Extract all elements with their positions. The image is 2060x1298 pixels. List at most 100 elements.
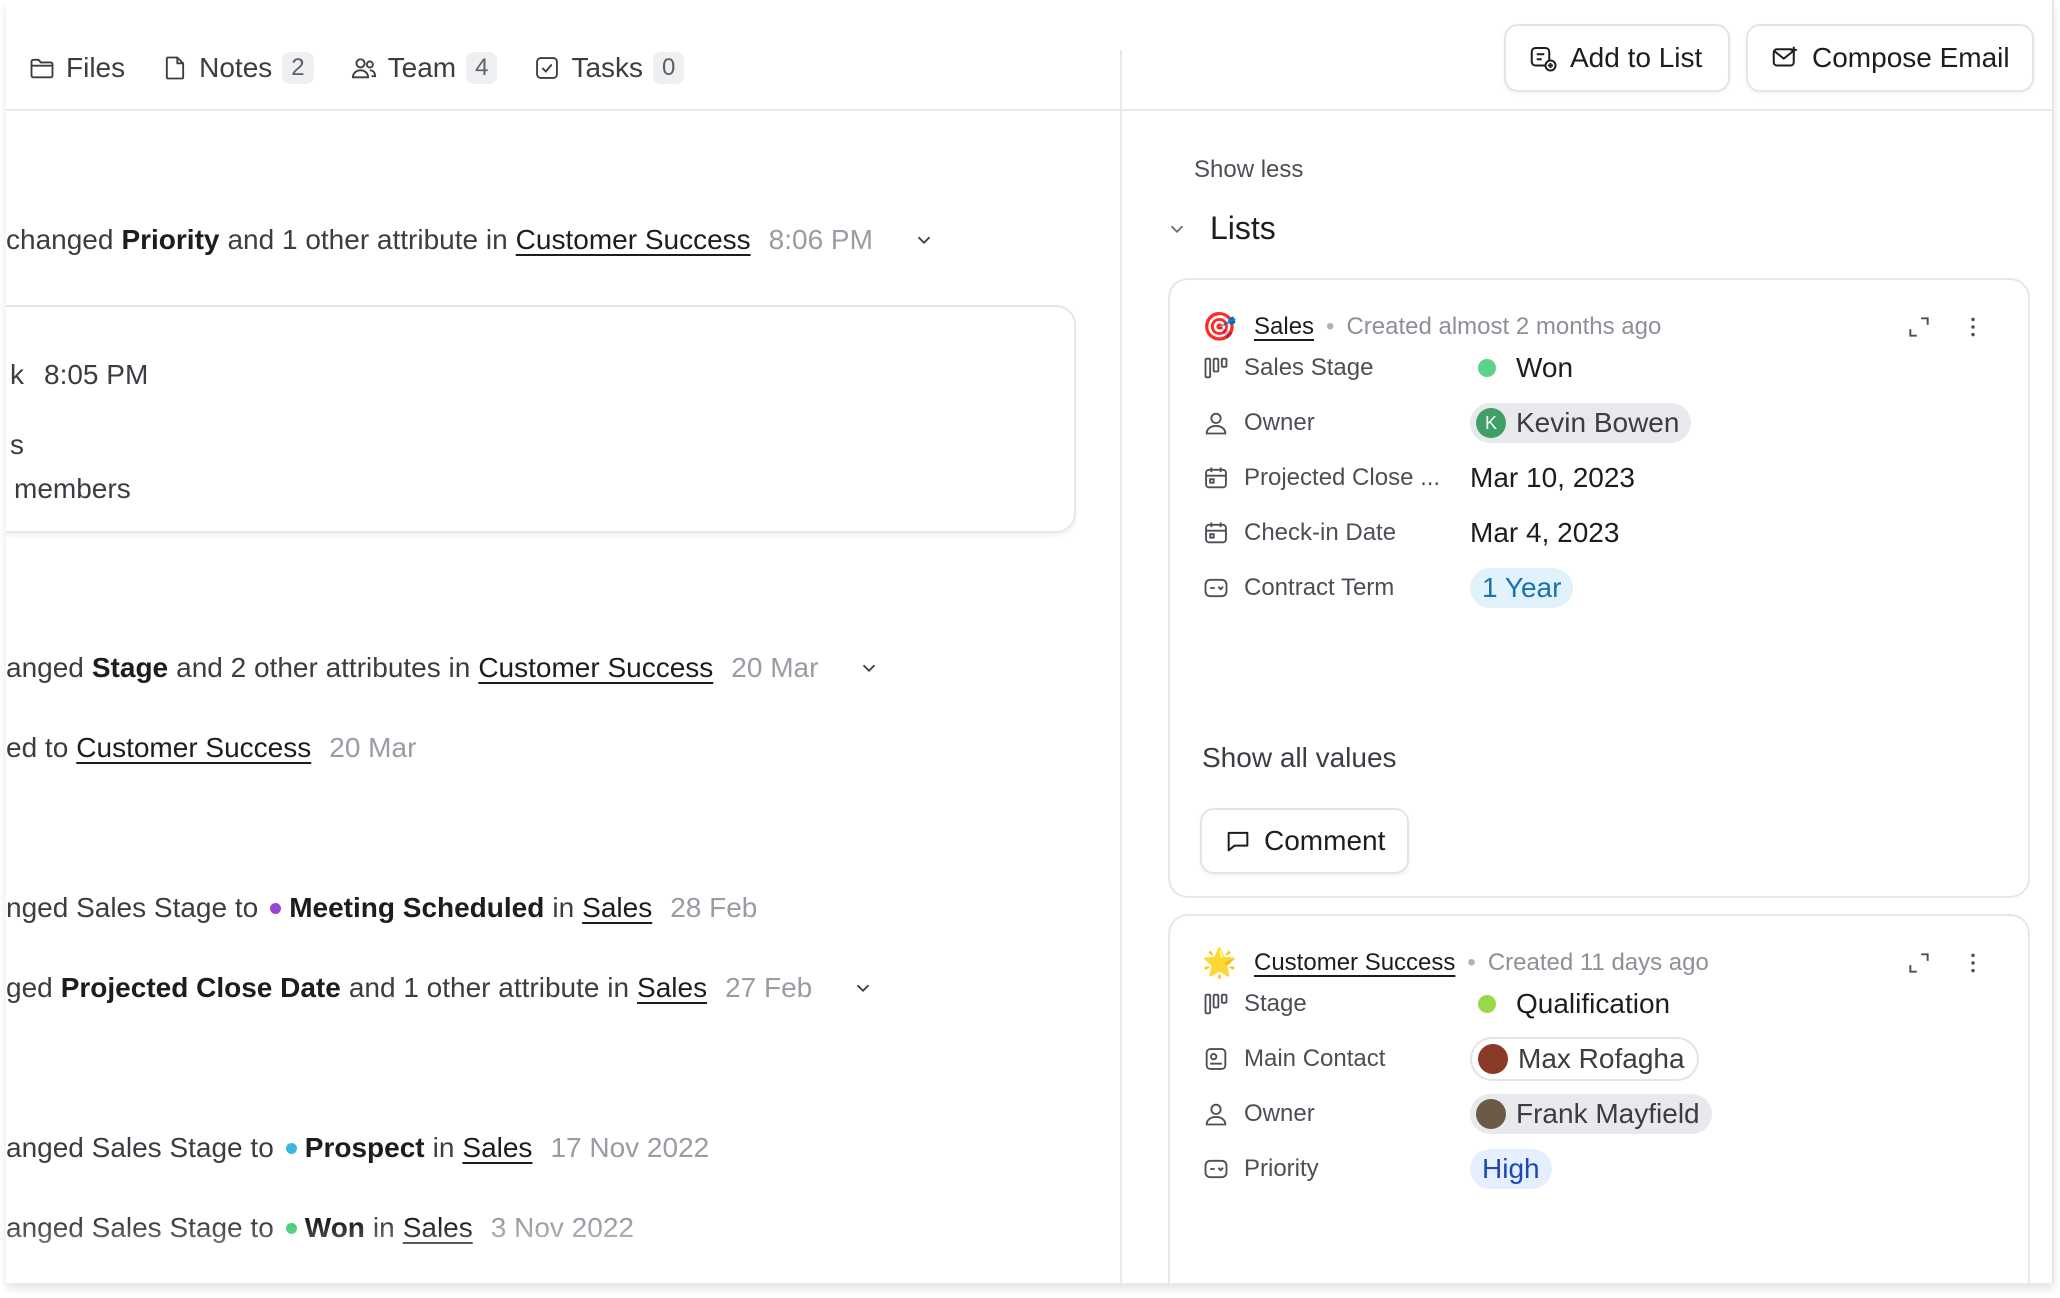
app-window: Files Notes 2 Team 4 Tasks 0 Add to List [6, 0, 2054, 1283]
activity-row: anged Sales Stage to Prospect in Sales 1… [6, 1132, 709, 1164]
list-link[interactable]: Sales [582, 892, 652, 924]
add-to-list-icon [1530, 47, 1557, 72]
attribute-value[interactable]: Max Rofagha [1470, 1037, 1699, 1081]
tab-tasks-label: Tasks [571, 52, 644, 83]
activity-card: k 8:05 PM s members [6, 305, 1076, 533]
tab-tasks[interactable]: Tasks 0 [533, 52, 685, 84]
contact-name: Max Rofagha [1518, 1043, 1685, 1074]
created-text: Created almost 2 months ago [1346, 312, 1662, 340]
list-link[interactable]: Customer Success [516, 224, 751, 256]
activity-timestamp: 20 Mar [329, 732, 417, 763]
contact-chip[interactable]: Max Rofagha [1470, 1037, 1699, 1081]
tab-files[interactable]: Files [28, 52, 125, 84]
attribute-label: Projected Close ... [1244, 464, 1441, 491]
comment-button[interactable]: Comment [1200, 808, 1410, 874]
user-chip[interactable]: K Kevin Bowen [1470, 403, 1692, 443]
attribute-label: Main Contact [1244, 1045, 1386, 1072]
list-link[interactable]: Customer Success [76, 732, 311, 764]
attribute-sales-stage: Sales Stage Won [1202, 348, 1573, 388]
comment-label: Comment [1264, 825, 1386, 856]
attribute-value[interactable]: 1 Year [1470, 568, 1574, 608]
expand-icon[interactable] [1906, 950, 1932, 976]
activity-feed: changed Priority and 1 other attribute i… [6, 112, 1120, 1283]
card-text: members [14, 473, 131, 504]
activity-text: and 1 other attribute in [227, 224, 508, 255]
compose-email-button[interactable]: Compose Email [1746, 24, 2034, 92]
more-vertical-icon[interactable] [1960, 950, 1986, 976]
attribute-label: Owner [1244, 1100, 1315, 1127]
avatar: K [1476, 408, 1506, 438]
separator-dot: • [1326, 312, 1335, 340]
attribute-label: Priority [1244, 1155, 1319, 1182]
list-link[interactable]: Customer Success [478, 652, 713, 684]
card-actions [1906, 314, 1986, 340]
attribute-label: Stage [1244, 990, 1307, 1017]
more-vertical-icon[interactable] [1960, 314, 1986, 340]
tab-notes[interactable]: Notes 2 [161, 52, 314, 84]
activity-text: anged [6, 652, 84, 683]
card-text: s [10, 429, 24, 460]
status-dot [1478, 359, 1496, 377]
attribute-value[interactable]: Qualification [1470, 988, 1670, 1020]
user-name: Kevin Bowen [1516, 407, 1680, 438]
attribute-value[interactable]: K Kevin Bowen [1470, 403, 1692, 443]
list-name-link[interactable]: Customer Success [1254, 949, 1455, 977]
chevron-down-icon [1170, 225, 1184, 233]
expand-icon[interactable] [1906, 314, 1932, 340]
user-chip[interactable]: Frank Mayfield [1470, 1094, 1712, 1134]
status-value: Qualification [1516, 988, 1671, 1019]
tab-team[interactable]: Team 4 [350, 52, 498, 84]
person-icon [1205, 1103, 1227, 1126]
activity-row: changed Priority and 1 other attribute i… [6, 224, 935, 256]
tasks-count-badge: 0 [653, 52, 685, 84]
select-icon [1204, 1159, 1228, 1179]
checkbox-icon [536, 57, 559, 79]
scroll-fade [6, 1222, 1120, 1283]
activity-text: and 1 other attribute in [348, 972, 630, 1003]
status-dot [270, 902, 282, 914]
lists-title: Lists [1210, 210, 1276, 246]
chevron-down-icon[interactable] [852, 977, 874, 999]
attribute-value[interactable]: Won [1470, 352, 1573, 384]
activity-timestamp: 8:06 PM [768, 224, 873, 255]
activity-value: Prospect [304, 1132, 425, 1163]
show-less-link[interactable]: Show less [1194, 156, 1303, 184]
option-tag: 1 Year [1470, 568, 1574, 608]
top-bar: Files Notes 2 Team 4 Tasks 0 Add to List [6, 0, 2052, 111]
attribute-projected-close: Projected Close ... Mar 10, 2023 [1202, 458, 1635, 498]
lists-section-header[interactable]: Lists [1166, 210, 1276, 247]
show-all-values-link[interactable]: Show all values [1202, 742, 1397, 774]
contact-card-icon [1205, 1048, 1227, 1070]
list-name-link[interactable]: Sales [1254, 313, 1314, 341]
attribute-value[interactable]: High [1470, 1149, 1552, 1189]
list-link[interactable]: Sales [637, 972, 707, 1004]
add-to-list-button[interactable]: Add to List [1504, 24, 1730, 92]
record-tabs: Files Notes 2 Team 4 Tasks 0 [28, 52, 685, 84]
attribute-main-contact: Main Contact Max Rofagha [1202, 1037, 1699, 1081]
chevron-down-icon[interactable] [858, 657, 880, 679]
chevron-down-icon[interactable] [913, 229, 935, 251]
attribute-owner: Owner K Kevin Bowen [1202, 403, 1692, 443]
list-entry-card-customer-success: 🌟 Customer Success • Created 11 days ago… [1168, 914, 2030, 1283]
attribute-value[interactable]: Mar 4, 2023 [1470, 517, 1619, 549]
calendar-icon [1205, 522, 1227, 544]
stage-icon [1204, 357, 1228, 379]
activity-text: in [552, 892, 575, 923]
attribute-contract-term: Contract Term 1 Year [1202, 568, 1574, 608]
attribute-value[interactable]: Mar 10, 2023 [1470, 462, 1635, 494]
separator-dot: • [1467, 948, 1476, 976]
activity-text: in [432, 1132, 455, 1163]
attribute-check-in-date: Check-in Date Mar 4, 2023 [1202, 513, 1619, 553]
attribute-value[interactable]: Frank Mayfield [1470, 1094, 1712, 1134]
created-text: Created 11 days ago [1487, 948, 1709, 976]
stage-icon [1204, 993, 1228, 1015]
tab-files-label: Files [66, 52, 126, 83]
notes-count-badge: 2 [282, 52, 314, 84]
list-link[interactable]: Sales [462, 1132, 532, 1164]
activity-timestamp: 28 Feb [670, 892, 758, 923]
comment-icon [1227, 831, 1249, 852]
card-timestamp: 8:05 PM [44, 359, 149, 390]
avatar [1476, 1099, 1506, 1129]
team-icon [351, 58, 376, 79]
tab-notes-label: Notes [199, 52, 273, 83]
